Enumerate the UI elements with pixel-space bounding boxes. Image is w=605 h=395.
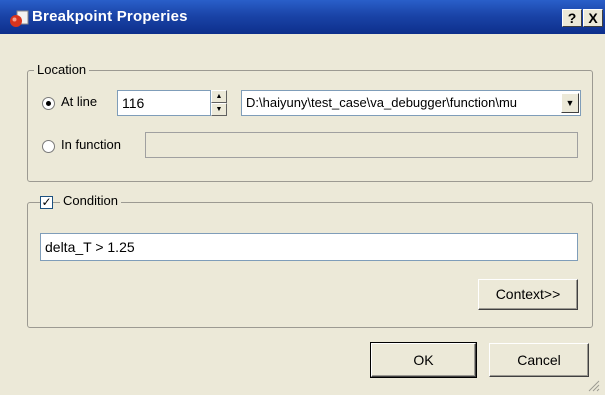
condition-expression-input[interactable]: delta_T > 1.25: [40, 233, 578, 261]
in-function-radio[interactable]: [42, 140, 55, 153]
cancel-button[interactable]: Cancel: [489, 343, 589, 377]
app-icon: [10, 10, 29, 27]
function-name-input[interactable]: [145, 132, 578, 158]
spin-down-icon[interactable]: ▼: [211, 103, 227, 116]
line-number-spinner[interactable]: ▲ ▼: [211, 90, 227, 116]
in-function-label: In function: [61, 137, 121, 152]
title-bar[interactable]: Breakpoint Properies ? X: [0, 0, 605, 34]
location-group: [27, 70, 593, 182]
file-path-combobox[interactable]: D:\haiyuny\test_case\va_debugger\functio…: [241, 90, 581, 116]
breakpoint-properties-dialog: Breakpoint Properies ? X Location At lin…: [0, 0, 605, 395]
at-line-label: At line: [61, 94, 98, 109]
check-icon: ✓: [41, 195, 52, 209]
close-button[interactable]: X: [583, 9, 603, 27]
spin-up-icon[interactable]: ▲: [211, 90, 227, 103]
dropdown-arrow-icon[interactable]: ▼: [561, 93, 579, 113]
help-button[interactable]: ?: [562, 9, 582, 27]
condition-checkbox[interactable]: ✓: [40, 196, 53, 209]
window-title: Breakpoint Properies: [32, 8, 188, 25]
ok-button[interactable]: OK: [370, 342, 477, 378]
at-line-radio[interactable]: [42, 97, 55, 110]
context-button[interactable]: Context>>: [478, 279, 578, 310]
resize-grip-icon[interactable]: [586, 378, 600, 392]
line-number-input[interactable]: 116: [117, 90, 211, 116]
condition-legend: Condition: [60, 193, 121, 208]
file-path-value: D:\haiyuny\test_case\va_debugger\functio…: [246, 95, 518, 110]
location-legend: Location: [34, 62, 90, 77]
